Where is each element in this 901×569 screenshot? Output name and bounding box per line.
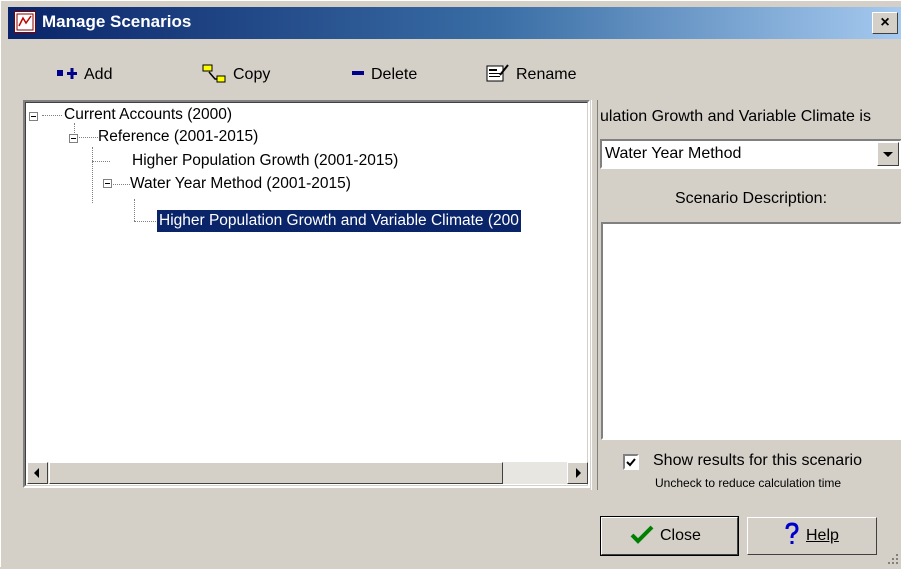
arrow-left-icon (34, 468, 39, 478)
tree-line (42, 115, 62, 117)
tree-line (92, 161, 110, 163)
add-button[interactable]: Add (56, 62, 112, 88)
delete-button[interactable]: Delete (351, 62, 417, 88)
copy-button[interactable]: Copy (201, 62, 270, 88)
toolbar: Add Copy Delete Rename (8, 54, 901, 96)
rename-icon (486, 63, 510, 88)
tree-node-higher-population-growth[interactable]: Higher Population Growth (2001-2015) (132, 150, 398, 172)
app-icon (14, 11, 36, 33)
horizontal-scrollbar[interactable] (27, 462, 588, 484)
manage-scenarios-dialog: Manage Scenarios × Add Copy Delete Renam… (0, 0, 901, 567)
show-results-label[interactable]: Show results for this scenario (653, 452, 862, 470)
tree-line (134, 221, 156, 223)
close-window-button[interactable]: × (872, 12, 898, 34)
add-icon (56, 66, 78, 85)
panel-splitter[interactable] (591, 100, 598, 490)
scenario-name-heading: ulation Growth and Variable Climate is (600, 105, 901, 131)
collapse-icon[interactable] (103, 179, 112, 188)
rename-label: Rename (516, 66, 577, 83)
window-title: Manage Scenarios (42, 12, 192, 31)
tree-node-higher-population-variable-climate[interactable]: Higher Population Growth and Variable Cl… (156, 209, 522, 233)
collapse-icon[interactable] (69, 134, 78, 143)
minus-icon (351, 66, 365, 85)
resize-grip-icon[interactable] (885, 551, 899, 565)
scroll-left-button[interactable] (27, 462, 48, 484)
show-results-checkbox[interactable] (623, 454, 639, 470)
tree-node-current-accounts[interactable]: Current Accounts (2000) (64, 104, 232, 126)
dropdown-arrow-button[interactable] (877, 142, 899, 166)
close-button[interactable]: Close (600, 516, 739, 556)
delete-label: Delete (371, 66, 418, 83)
scenario-description-label: Scenario Description: (674, 190, 828, 207)
scroll-right-button[interactable] (567, 462, 588, 484)
collapse-icon[interactable] (29, 112, 38, 121)
arrow-right-icon (576, 468, 581, 478)
based-on-dropdown[interactable]: Water Year Method (600, 139, 901, 169)
scenario-name-text: ulation Growth and Variable Climate is (600, 108, 871, 125)
help-button[interactable]: Help (747, 517, 877, 555)
tree-line (92, 147, 94, 203)
tree-node-water-year-method[interactable]: Water Year Method (2001-2015) (130, 173, 351, 195)
rename-button[interactable]: Rename (486, 62, 576, 88)
calculation-hint: Uncheck to reduce calculation time (655, 476, 842, 490)
copy-icon (201, 63, 227, 88)
copy-label: Copy (233, 66, 271, 83)
checkmark-icon (630, 524, 654, 549)
add-label: Add (84, 66, 113, 83)
question-mark-icon (784, 521, 800, 551)
title-bar[interactable]: Manage Scenarios × (8, 7, 901, 39)
checkmark-icon (626, 458, 636, 467)
dropdown-value: Water Year Method (605, 145, 742, 162)
chevron-down-icon (883, 152, 893, 157)
help-label: Help (806, 527, 839, 544)
scroll-thumb[interactable] (49, 462, 503, 484)
tree-line (134, 199, 136, 221)
scenario-description-textarea[interactable] (601, 222, 901, 440)
tree-inner: Current Accounts (2000) Reference (2001-… (25, 102, 588, 486)
tree-node-reference[interactable]: Reference (2001-2015) (98, 126, 258, 148)
close-label: Close (660, 527, 701, 544)
scenario-tree[interactable]: Current Accounts (2000) Reference (2001-… (23, 100, 590, 488)
